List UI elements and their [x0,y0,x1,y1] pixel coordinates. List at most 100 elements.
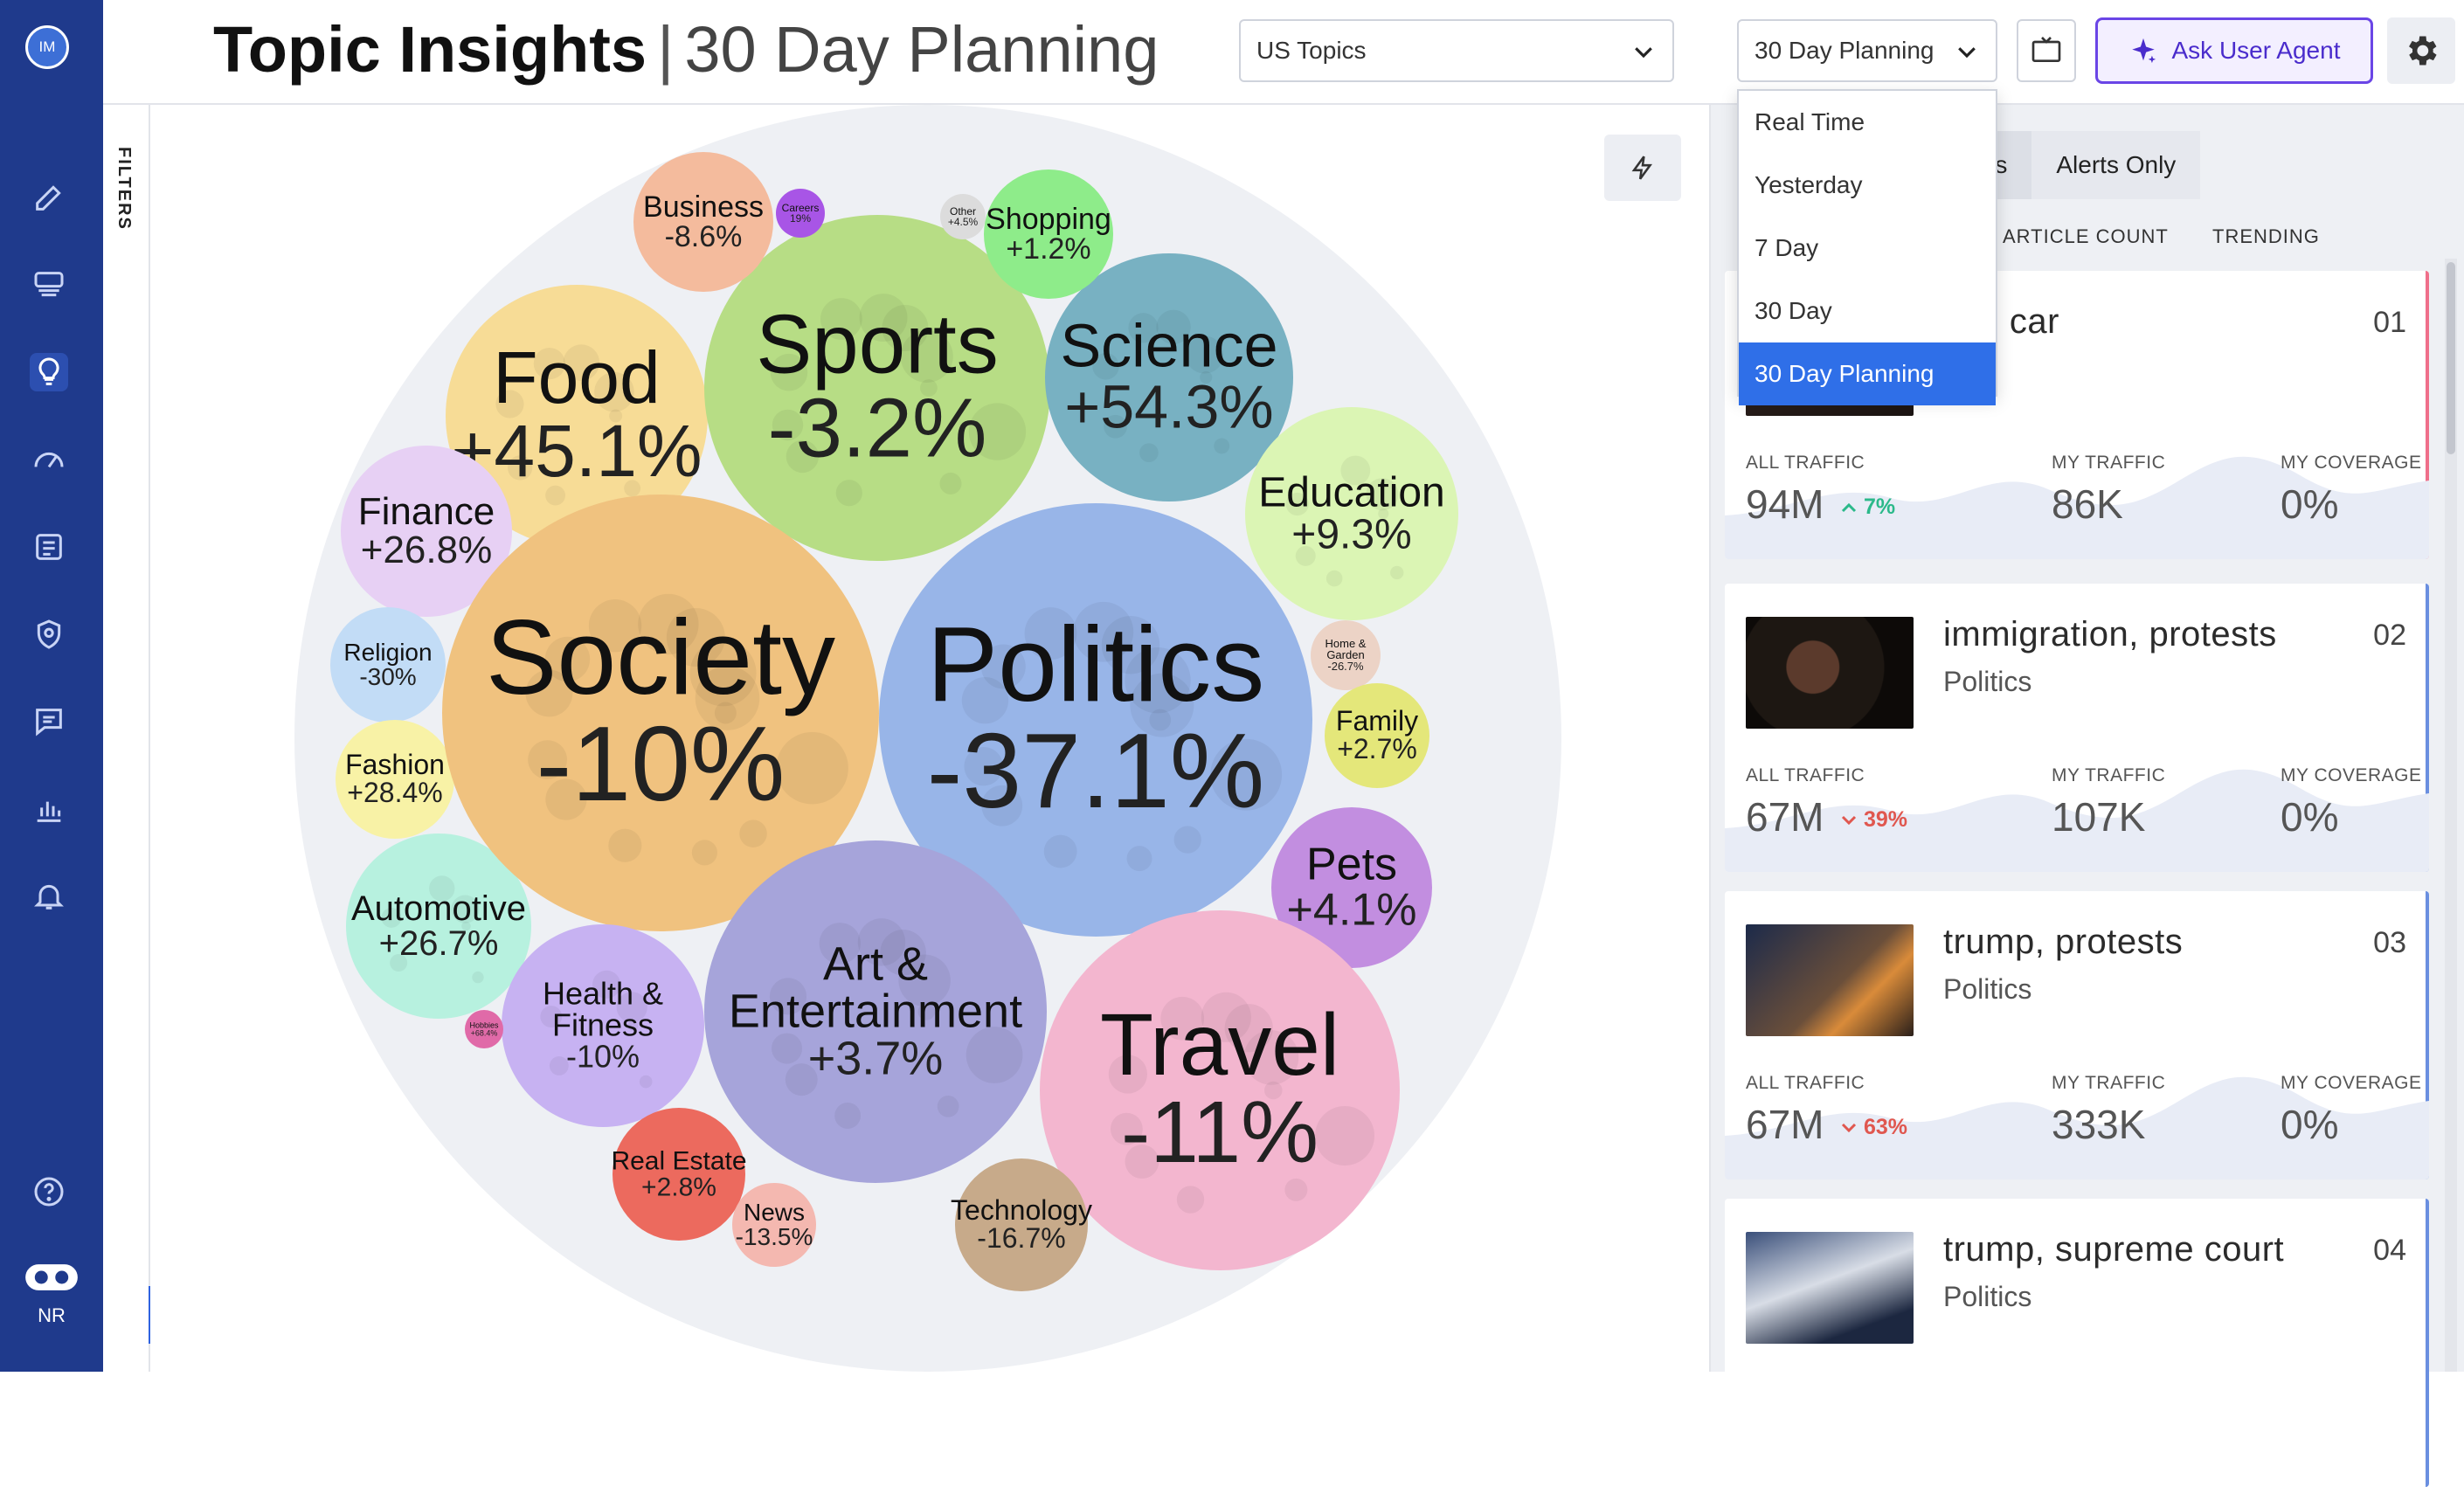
card-rank: 03 [2373,926,2406,959]
bubble-change: +26.7% [379,924,499,963]
bubble-label: Real Estate [611,1147,746,1176]
bubble-health-and-fitness[interactable]: Health &Fitness-10% [502,924,704,1127]
range-select-value: 30 Day Planning [1755,37,1935,64]
lightbulb-icon[interactable] [30,353,68,391]
column-trending[interactable]: TRENDING [2212,225,2320,248]
bubble-education[interactable]: Education+9.3% [1245,407,1458,620]
bubble-fashion[interactable]: Fashion+28.4% [336,720,454,839]
sub-bubble [771,1033,803,1064]
sub-bubble [1126,846,1152,872]
topics-select[interactable]: US Topics [1239,19,1674,82]
bell-icon[interactable] [30,877,68,916]
tab-alerts-only[interactable]: Alerts Only [2031,131,2201,199]
bubble-label: Entertainment [729,985,1022,1037]
range-option-30-day[interactable]: 30 Day [1739,280,1996,342]
bubble-change: -10% [536,704,786,823]
bubble-change: -16.7% [977,1222,1065,1254]
card-rank: 01 [2373,306,2406,339]
range-option-7-day[interactable]: 7 Day [1739,217,1996,280]
tv-button[interactable] [2017,19,2076,82]
bubble-label: Science [1060,311,1277,379]
bubble-label: Fashion [345,749,445,780]
bubble-change: +1.2% [1006,232,1090,266]
bubble-label: Fitness [552,1007,654,1043]
traffic-change: 63% [1840,1115,1907,1140]
quick-action-button[interactable] [1604,135,1681,201]
bubble-religion[interactable]: Religion-30% [330,607,446,723]
range-dropdown-menu: Real Time Yesterday 7 Day 30 Day 30 Day … [1737,89,1997,405]
my-traffic-label: MY TRAFFIC [2052,1073,2166,1093]
bubble-label: Sports [756,298,998,391]
shield-at-icon[interactable] [30,615,68,654]
edit-icon[interactable] [30,178,68,217]
card-accent [2426,1199,2429,1487]
my-coverage-value: 0% [2281,1102,2339,1147]
bubble-hobbies[interactable]: Hobbies+68.4% [465,1010,503,1048]
bubble-change: +3.7% [808,1032,944,1084]
bubble-change: -11% [1121,1083,1319,1181]
bubble-label: Automotive [351,889,526,928]
bubble-home-and-garden[interactable]: Home &Garden-26.7% [1311,620,1381,690]
card-category: Politics [1943,666,2032,697]
column-article-count[interactable]: ARTICLE COUNT [2003,225,2169,248]
topic-card[interactable]: trump, supreme court Politics 04 [1725,1199,2429,1487]
sub-bubble [1176,1186,1205,1214]
all-traffic-value: 67M [1746,1102,1824,1147]
screens-icon[interactable] [30,266,68,304]
scrollbar-thumb[interactable] [2447,262,2455,454]
avatar[interactable]: IM [25,25,69,69]
bubble-change: -37.1% [927,711,1265,830]
brand-logo[interactable]: NR [19,1258,84,1327]
bubble-travel[interactable]: Travel-11% [1040,910,1400,1270]
bubble-label: Travel [1100,996,1339,1094]
lightning-icon [1631,156,1653,180]
settings-button[interactable] [2387,17,2455,84]
bubble-art-and-entertainment[interactable]: Art &Entertainment+3.7% [704,840,1047,1183]
bubble-business[interactable]: Business-8.6% [633,152,773,292]
card-thumbnail [1746,924,1914,1036]
bubble-family[interactable]: Family+2.7% [1325,683,1429,788]
gear-icon [2409,36,2437,66]
tv-icon [2031,37,2061,62]
bubble-change: +28.4% [347,777,442,808]
document-icon[interactable] [30,528,68,566]
all-traffic-label: ALL TRAFFIC [1746,453,1865,473]
range-option-yesterday[interactable]: Yesterday [1739,154,1996,217]
traffic-change-value: 7% [1863,495,1896,519]
title-separator: | [657,13,675,86]
bubble-label: Health & [543,976,663,1012]
bubble-other[interactable]: Other+4.5% [940,194,986,239]
bubble-change: +4.1% [1287,885,1417,936]
card-topic: trump, protests [1943,923,2184,961]
bubble-careers[interactable]: Careers19% [776,189,825,238]
range-option-30-day-planning[interactable]: 30 Day Planning [1739,342,1996,405]
my-traffic-label: MY TRAFFIC [2052,453,2166,473]
filters-panel-toggle[interactable]: FILTERS [103,105,150,1372]
traffic-change-value: 63% [1863,1115,1907,1139]
traffic-change-value: 39% [1863,807,1907,832]
card-rank: 04 [2373,1234,2406,1267]
topic-card[interactable]: immigration, protests Politics 02 ALL TRAFF… [1725,584,2429,872]
sub-bubble [608,828,642,862]
bar-chart-icon[interactable] [30,790,68,828]
bubble-label: News [744,1199,805,1226]
sub-bubble [739,820,767,847]
range-select[interactable]: 30 Day Planning [1737,19,1997,82]
range-option-real-time[interactable]: Real Time [1739,91,1996,154]
bubble-science[interactable]: Science+54.3% [1045,253,1293,501]
traffic-change: 7% [1840,495,1895,520]
bubble-news[interactable]: News-13.5% [732,1183,816,1267]
bubble-shopping[interactable]: Shopping+1.2% [984,169,1113,299]
chat-list-icon[interactable] [30,702,68,741]
help-icon[interactable] [30,1172,68,1211]
ask-user-agent-button[interactable]: Ask User Agent [2095,17,2373,84]
bubble-change: -30% [359,663,416,690]
gauge-icon[interactable] [30,440,68,479]
topic-card[interactable]: trump, protests Politics 03 ALL TRAFFIC MY T… [1725,891,2429,1179]
my-traffic-value: 107K [2052,794,2146,840]
bubble-label: Society [486,598,835,716]
trend-down-icon [1841,1123,1857,1133]
bubble-label: Art & [823,937,928,990]
bubble-label: Technology [951,1194,1092,1226]
sub-bubble [691,840,718,866]
